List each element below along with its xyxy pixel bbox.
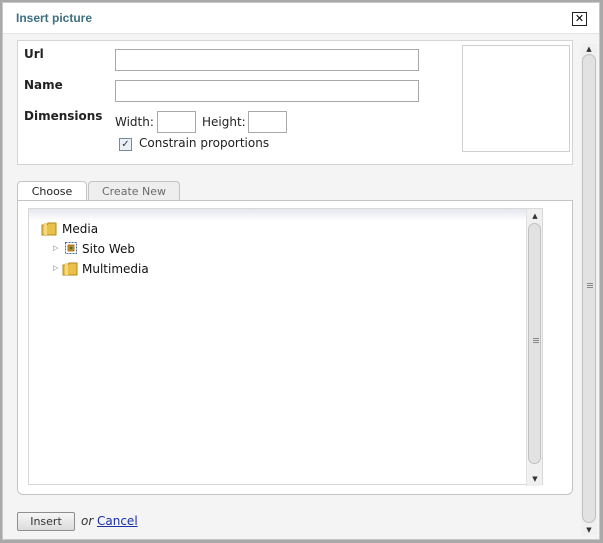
site-icon <box>65 242 77 254</box>
height-label: Height: <box>202 115 246 129</box>
scroll-down-icon[interactable]: ▼ <box>581 525 597 535</box>
dialog-scroll-thumb[interactable] <box>582 54 596 523</box>
dialog-scrollbar[interactable]: ▲ ▼ <box>581 44 597 535</box>
scroll-up-icon[interactable]: ▲ <box>527 211 543 221</box>
scroll-up-icon[interactable]: ▲ <box>581 44 597 54</box>
tab-choose[interactable]: Choose <box>17 181 87 202</box>
media-tree: Media ▷ Sito Web ▷ Multimedia ▲ ▼ <box>28 208 543 486</box>
url-label: Url <box>24 47 44 61</box>
insert-button[interactable]: Insert <box>17 512 75 531</box>
folder-icon <box>62 262 78 276</box>
constrain-proportions-checkbox[interactable]: ✓ <box>119 138 132 151</box>
cancel-link[interactable]: Cancel <box>97 514 138 528</box>
height-input[interactable] <box>248 111 287 133</box>
insert-picture-dialog: Insert picture ✕ Url Name Dimensions Wid… <box>2 2 600 540</box>
dialog-body: Url Name Dimensions Width: Height: ✓ Con… <box>3 33 599 539</box>
or-text: or <box>81 514 94 528</box>
tree-scroll-thumb[interactable] <box>528 223 541 464</box>
picture-properties-panel: Url Name Dimensions Width: Height: ✓ Con… <box>17 40 573 165</box>
dialog-title: Insert picture <box>16 11 93 25</box>
tree-node-sito-web[interactable]: Sito Web <box>82 242 135 256</box>
tree-scrollbar[interactable]: ▲ ▼ <box>526 209 542 486</box>
close-icon[interactable]: ✕ <box>572 12 587 26</box>
constrain-proportions-label: Constrain proportions <box>139 136 270 150</box>
media-tree-panel: Media ▷ Sito Web ▷ Multimedia ▲ ▼ <box>17 200 573 495</box>
name-input[interactable] <box>115 80 419 102</box>
image-preview <box>462 45 570 152</box>
tree-node-multimedia[interactable]: Multimedia <box>82 262 149 276</box>
width-input[interactable] <box>157 111 196 133</box>
folder-icon <box>41 222 57 236</box>
expand-arrow-icon[interactable]: ▷ <box>53 243 61 253</box>
width-label: Width: <box>115 115 154 129</box>
expand-arrow-icon[interactable]: ▷ <box>53 263 61 273</box>
tree-node-media[interactable]: Media <box>62 222 98 236</box>
name-label: Name <box>24 78 63 92</box>
tab-create-new[interactable]: Create New <box>88 181 180 201</box>
dialog-titlebar: Insert picture ✕ <box>3 3 599 33</box>
dimensions-label: Dimensions <box>24 109 103 123</box>
url-input[interactable] <box>115 49 419 71</box>
scroll-down-icon[interactable]: ▼ <box>527 474 543 484</box>
